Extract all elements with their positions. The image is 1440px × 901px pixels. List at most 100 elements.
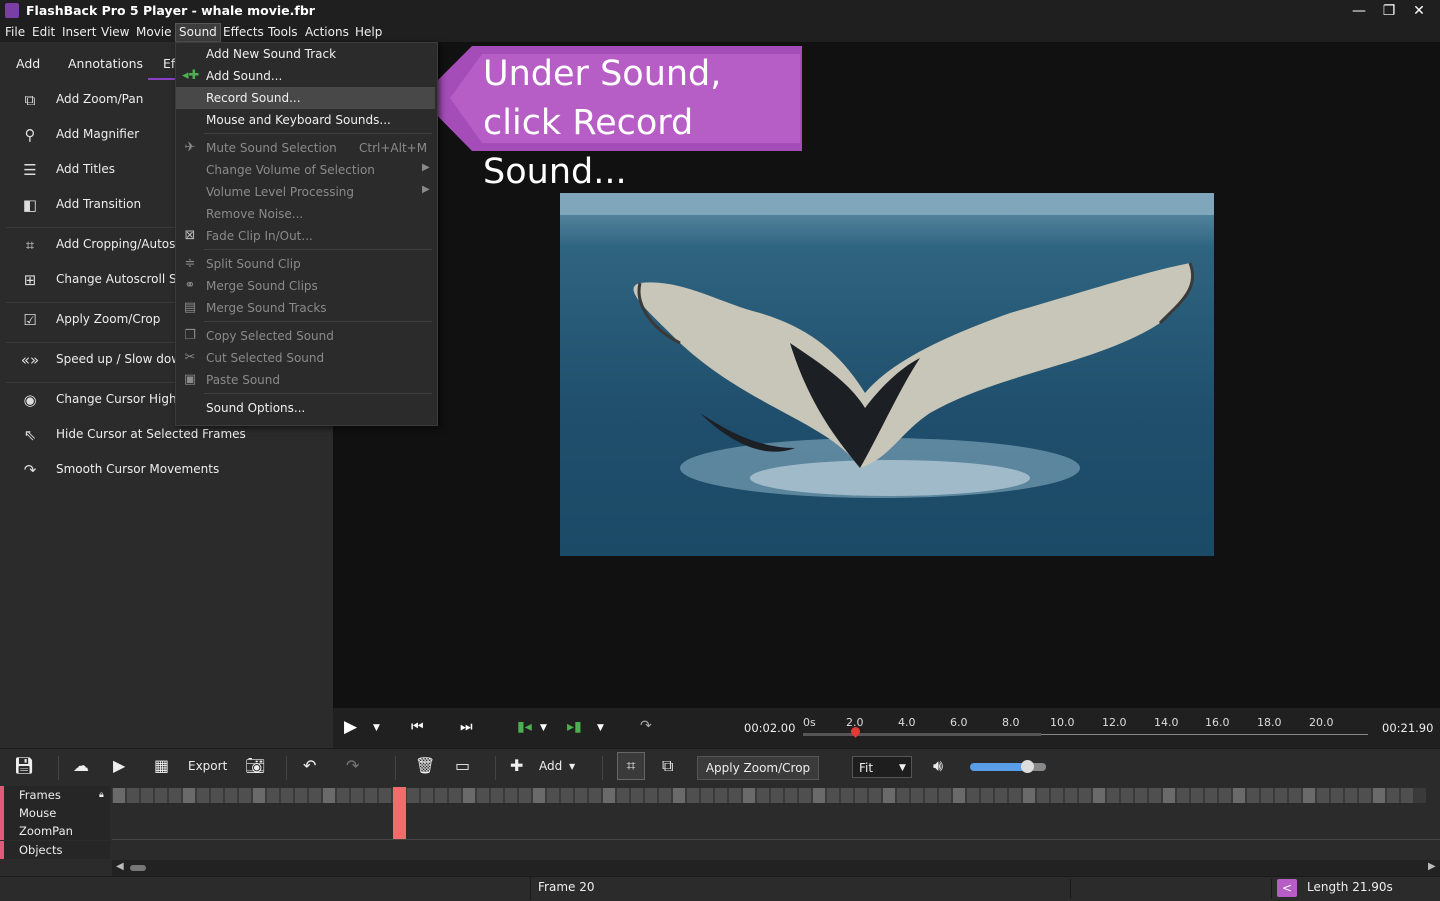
scroll-right-icon[interactable]: ▶ [1428, 861, 1436, 872]
frame-cell[interactable] [925, 788, 937, 803]
menu-item-merge-tracks[interactable]: ▤ Merge Sound Tracks [176, 297, 435, 319]
add-button[interactable]: Add [539, 759, 562, 773]
menu-item-merge-clips[interactable]: ⚭ Merge Sound Clips [176, 275, 435, 297]
frame-cell[interactable] [141, 788, 153, 803]
frame-cell[interactable] [1345, 788, 1357, 803]
zoom-pan-tool-icon[interactable]: ⧉ [662, 756, 673, 776]
frame-cell[interactable] [491, 788, 503, 803]
youtube-icon[interactable]: ▶ [113, 756, 125, 775]
frame-cell[interactable] [127, 788, 139, 803]
tab-effects[interactable]: Ef [163, 56, 175, 71]
timeline-scrollbar[interactable]: ◀ ▶ [112, 860, 1440, 876]
share-icon[interactable]: < [1277, 879, 1297, 897]
menu-item-add-new-sound-track[interactable]: Add New Sound Track [176, 43, 435, 65]
frame-cell[interactable] [911, 788, 923, 803]
frame-cell[interactable] [799, 788, 811, 803]
frame-cell[interactable] [1149, 788, 1161, 803]
frame-cell[interactable] [827, 788, 839, 803]
menu-item-copy-sound[interactable]: ❐ Copy Selected Sound [176, 325, 435, 347]
set-start-marker-button[interactable]: ▮◂ [517, 719, 532, 735]
upload-cloud-icon[interactable]: ☁ [73, 756, 89, 775]
frame-cell[interactable] [267, 788, 279, 803]
frame-cell[interactable] [351, 788, 363, 803]
frame-cell[interactable] [561, 788, 573, 803]
play-options-chevron-icon[interactable]: ▼ [373, 723, 380, 733]
export-icon[interactable]: ▦ [154, 756, 169, 775]
frame-cell[interactable] [869, 788, 881, 803]
menu-item-record-sound[interactable]: Record Sound... [176, 87, 435, 109]
frame-cell[interactable] [1387, 788, 1399, 803]
volume-slider-knob[interactable] [1021, 760, 1034, 773]
menu-item-change-volume[interactable]: Change Volume of Selection ▶ [176, 159, 435, 181]
frame-cell[interactable] [729, 788, 741, 803]
loop-icon[interactable]: ↷ [640, 718, 652, 734]
frame-cell[interactable] [533, 788, 545, 803]
speaker-icon[interactable]: 🔊︎ [933, 756, 943, 776]
frame-cell[interactable] [687, 788, 699, 803]
menu-item-mouse-keyboard-sounds[interactable]: Mouse and Keyboard Sounds... [176, 109, 435, 131]
scroll-left-icon[interactable]: ◀ [116, 861, 124, 872]
menu-item-split-clip[interactable]: ≑ Split Sound Clip [176, 253, 435, 275]
frame-cell[interactable] [813, 788, 825, 803]
menu-item-add-sound[interactable]: ◂✚ Add Sound... [176, 65, 435, 87]
apply-zoom-crop-button[interactable]: Apply Zoom/Crop [697, 756, 819, 780]
frame-cell[interactable] [743, 788, 755, 803]
go-to-start-button[interactable]: ⏮ [411, 719, 424, 735]
frame-cell[interactable] [1373, 788, 1385, 803]
menu-file[interactable]: File [2, 24, 28, 41]
frame-cell[interactable] [211, 788, 223, 803]
panel-item-smooth-cursor[interactable]: ↷ Smooth Cursor Movements [0, 455, 330, 485]
frame-cell[interactable] [253, 788, 265, 803]
frame-cell[interactable] [1079, 788, 1091, 803]
frame-cell[interactable] [939, 788, 951, 803]
menu-item-remove-noise[interactable]: Remove Noise... [176, 203, 435, 225]
close-button[interactable]: ✕ [1404, 0, 1434, 22]
frame-cell[interactable] [589, 788, 601, 803]
menu-item-cut-sound[interactable]: ✂ Cut Selected Sound [176, 347, 435, 369]
frame-cell[interactable] [995, 788, 1007, 803]
play-button[interactable]: ▶ [344, 717, 357, 737]
frame-cell[interactable] [183, 788, 195, 803]
frame-cell[interactable] [1247, 788, 1259, 803]
frame-cell[interactable] [1303, 788, 1315, 803]
menu-item-mute-selection[interactable]: ✈ Mute Sound Selection Ctrl+Alt+M [176, 137, 435, 159]
tab-annotations[interactable]: Annotations [68, 56, 143, 71]
undo-icon[interactable]: ↶ [303, 756, 316, 775]
frame-cell[interactable] [1401, 788, 1413, 803]
lock-icon[interactable]: 🔒︎ [99, 786, 104, 804]
frame-cell[interactable] [659, 788, 671, 803]
menu-view[interactable]: View [98, 24, 132, 41]
frame-cell[interactable] [757, 788, 769, 803]
zoom-fit-select[interactable]: Fit ▼ [852, 756, 912, 778]
frame-cell[interactable] [967, 788, 979, 803]
frame-cell[interactable] [715, 788, 727, 803]
frame-cell[interactable] [1219, 788, 1231, 803]
frame-cell[interactable] [239, 788, 251, 803]
menu-item-fade-clip[interactable]: ⊠ Fade Clip In/Out... [176, 225, 435, 247]
menu-help[interactable]: Help [352, 24, 385, 41]
frame-cell[interactable] [1275, 788, 1287, 803]
save-icon[interactable]: 💾︎ [14, 756, 34, 775]
frame-cell[interactable] [701, 788, 713, 803]
menu-actions[interactable]: Actions [302, 24, 352, 41]
frame-cell[interactable] [1261, 788, 1273, 803]
frame-cell[interactable] [1331, 788, 1343, 803]
frame-cell[interactable] [1233, 788, 1245, 803]
frame-cell[interactable] [225, 788, 237, 803]
frame-cell[interactable] [155, 788, 167, 803]
track-label-mouse[interactable]: Mouse [0, 804, 110, 822]
frame-cell[interactable] [603, 788, 615, 803]
frame-cell[interactable] [1121, 788, 1133, 803]
menu-effects[interactable]: Effects [220, 24, 267, 41]
frame-cell[interactable] [1205, 788, 1217, 803]
frame-cell[interactable] [1065, 788, 1077, 803]
frame-cell[interactable] [575, 788, 587, 803]
frame-options-icon[interactable]: ▭ [455, 756, 470, 775]
frame-cell[interactable] [1023, 788, 1035, 803]
frame-cell[interactable] [169, 788, 181, 803]
frame-cell[interactable] [1289, 788, 1301, 803]
frame-cell[interactable] [379, 788, 391, 803]
scrollbar-thumb[interactable] [130, 865, 146, 871]
plus-icon[interactable]: ✚ [510, 756, 523, 775]
frame-cell[interactable] [1317, 788, 1329, 803]
